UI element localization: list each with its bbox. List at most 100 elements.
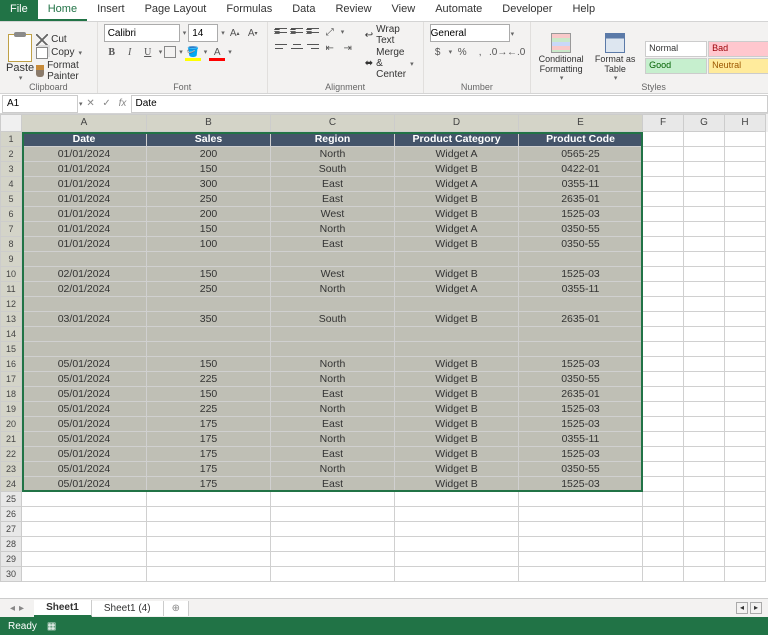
row-header[interactable]: 28 — [0, 537, 22, 552]
cell[interactable] — [684, 222, 725, 237]
cell[interactable] — [22, 552, 147, 567]
cell[interactable] — [684, 282, 725, 297]
cell[interactable]: 250 — [147, 282, 271, 297]
cell[interactable] — [725, 522, 766, 537]
cell[interactable] — [22, 507, 147, 522]
cell[interactable]: 0565-25 — [519, 147, 643, 162]
style-good[interactable]: Good — [645, 58, 707, 74]
cell[interactable] — [684, 252, 725, 267]
cell[interactable] — [643, 372, 684, 387]
cell[interactable]: 05/01/2024 — [22, 402, 147, 417]
cell[interactable]: 02/01/2024 — [22, 267, 147, 282]
row-header[interactable]: 16 — [0, 357, 22, 372]
cell[interactable]: 2635-01 — [519, 192, 643, 207]
cell[interactable] — [519, 552, 643, 567]
cell[interactable] — [684, 567, 725, 582]
bold-button[interactable]: B — [104, 44, 120, 60]
row-header[interactable]: 29 — [0, 552, 22, 567]
cell[interactable] — [725, 447, 766, 462]
cell[interactable]: North — [271, 282, 395, 297]
cell[interactable]: South — [271, 162, 395, 177]
cell[interactable]: Widget A — [395, 177, 519, 192]
row-header[interactable]: 7 — [0, 222, 22, 237]
row-header[interactable]: 11 — [0, 282, 22, 297]
table-header-cell[interactable]: Product Code — [519, 132, 643, 147]
cell[interactable] — [725, 552, 766, 567]
cell[interactable]: 250 — [147, 192, 271, 207]
cell[interactable] — [643, 402, 684, 417]
cell[interactable]: 300 — [147, 177, 271, 192]
cell[interactable] — [643, 162, 684, 177]
col-header-G[interactable]: G — [684, 114, 725, 132]
cell[interactable] — [147, 552, 271, 567]
cell[interactable]: 01/01/2024 — [22, 162, 147, 177]
cell[interactable] — [684, 312, 725, 327]
cell[interactable] — [684, 162, 725, 177]
row-header[interactable]: 3 — [0, 162, 22, 177]
cell[interactable] — [725, 207, 766, 222]
cell[interactable] — [684, 132, 725, 147]
cell[interactable]: 2635-01 — [519, 312, 643, 327]
cell[interactable] — [684, 297, 725, 312]
cell[interactable]: East — [271, 477, 395, 492]
cell[interactable]: 03/01/2024 — [22, 312, 147, 327]
cell[interactable] — [725, 297, 766, 312]
cell[interactable] — [725, 222, 766, 237]
enter-formula-icon[interactable]: ✓ — [99, 98, 115, 109]
cell[interactable]: 02/01/2024 — [22, 282, 147, 297]
table-header-cell[interactable]: Date — [22, 132, 147, 147]
cell[interactable]: 1525-03 — [519, 267, 643, 282]
cell[interactable] — [643, 147, 684, 162]
col-header-B[interactable]: B — [147, 114, 271, 132]
cell[interactable]: 150 — [147, 387, 271, 402]
cell[interactable]: Widget B — [395, 162, 519, 177]
cell[interactable] — [684, 177, 725, 192]
cell[interactable]: Widget B — [395, 447, 519, 462]
cell[interactable] — [395, 567, 519, 582]
cell[interactable] — [643, 132, 684, 147]
cell[interactable]: South — [271, 312, 395, 327]
row-header[interactable]: 23 — [0, 462, 22, 477]
cell[interactable]: 05/01/2024 — [22, 432, 147, 447]
formula-input[interactable] — [131, 95, 768, 113]
row-header[interactable]: 13 — [0, 312, 22, 327]
table-header-cell[interactable]: Region — [271, 132, 395, 147]
cell[interactable] — [725, 477, 766, 492]
cell[interactable] — [271, 567, 395, 582]
cell[interactable] — [22, 252, 147, 267]
tab-view[interactable]: View — [382, 0, 426, 21]
paste-button[interactable]: Paste▾ — [6, 34, 34, 82]
cell[interactable] — [725, 162, 766, 177]
cell[interactable]: 05/01/2024 — [22, 447, 147, 462]
cell[interactable] — [643, 252, 684, 267]
font-size-select[interactable] — [188, 24, 218, 42]
cell[interactable]: 01/01/2024 — [22, 192, 147, 207]
tab-review[interactable]: Review — [325, 0, 381, 21]
cell[interactable]: 350 — [147, 312, 271, 327]
cell[interactable] — [22, 522, 147, 537]
cell[interactable]: 150 — [147, 357, 271, 372]
cell[interactable] — [519, 252, 643, 267]
cell[interactable]: Widget B — [395, 372, 519, 387]
cell[interactable]: Widget B — [395, 267, 519, 282]
cell[interactable] — [643, 177, 684, 192]
cell[interactable] — [725, 147, 766, 162]
cell[interactable] — [395, 507, 519, 522]
cell[interactable] — [519, 522, 643, 537]
cell[interactable]: Widget A — [395, 282, 519, 297]
cell[interactable] — [684, 327, 725, 342]
cell[interactable]: 01/01/2024 — [22, 147, 147, 162]
cell[interactable]: Widget B — [395, 357, 519, 372]
tab-automate[interactable]: Automate — [425, 0, 492, 21]
cell[interactable]: Widget B — [395, 462, 519, 477]
cell[interactable]: 0355-11 — [519, 177, 643, 192]
cell[interactable]: East — [271, 387, 395, 402]
cell[interactable] — [22, 567, 147, 582]
cell[interactable] — [684, 462, 725, 477]
wrap-text-button[interactable]: ↩Wrap Text — [362, 24, 417, 46]
cell[interactable] — [147, 342, 271, 357]
cell[interactable] — [684, 387, 725, 402]
cell[interactable] — [643, 477, 684, 492]
cell[interactable] — [725, 252, 766, 267]
col-header-F[interactable]: F — [643, 114, 684, 132]
